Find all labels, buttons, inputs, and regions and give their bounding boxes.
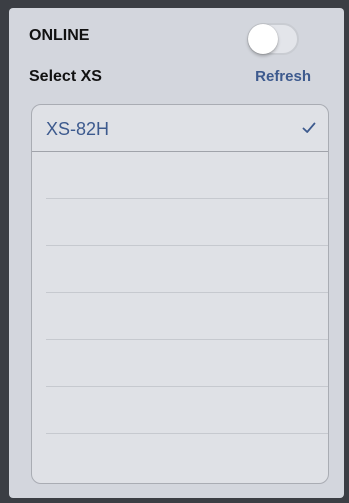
empty-list-row [46,434,328,481]
settings-panel: ONLINE Select XS Refresh XS-82H [9,8,344,498]
empty-list-row [46,293,328,340]
online-toggle[interactable] [247,23,299,55]
empty-list-row [46,199,328,246]
empty-list-row [46,340,328,387]
device-name: XS-82H [46,119,110,139]
checkmark-icon [302,122,316,133]
device-list-item[interactable]: XS-82H [32,105,328,152]
empty-list-row [46,246,328,293]
empty-list-row [46,152,328,199]
online-row: ONLINE [9,8,344,58]
refresh-button[interactable]: Refresh [255,68,311,85]
device-list: XS-82H [31,104,329,484]
select-xs-label: Select XS [29,68,102,85]
empty-list-row [46,387,328,434]
toggle-knob [248,24,278,54]
online-label: ONLINE [29,27,90,44]
